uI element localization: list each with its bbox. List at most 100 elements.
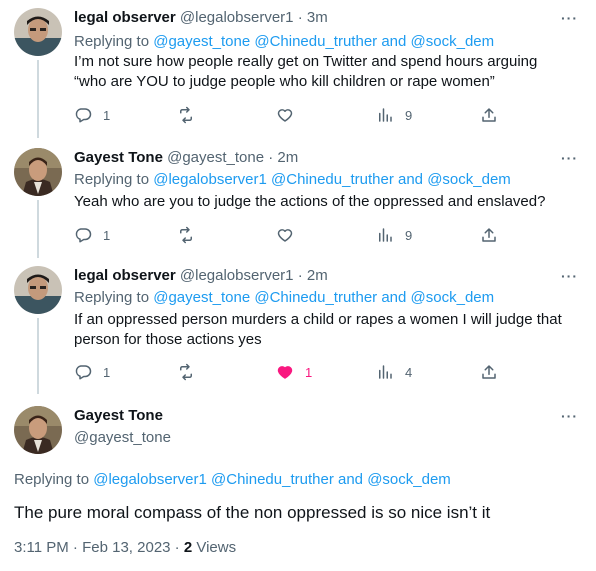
mention-link[interactable]: @gayest_tone xyxy=(153,289,250,306)
main-tweet: Gayest Tone @gayest_tone ··· Replying to… xyxy=(0,406,596,566)
separator: · xyxy=(297,267,303,284)
mention-link[interactable]: @legalobserver1 xyxy=(153,171,267,188)
mention-link[interactable]: @Chinedu_truther xyxy=(254,33,377,50)
share-button[interactable] xyxy=(480,363,498,381)
replying-to: Replying to @gayest_tone @Chinedu_truthe… xyxy=(74,288,494,308)
mention-and[interactable]: and xyxy=(398,171,423,188)
more-icon[interactable]: ··· xyxy=(561,10,578,26)
mention-link[interactable]: @sock_dem xyxy=(427,171,511,188)
avatar[interactable] xyxy=(14,148,62,196)
reply-button[interactable]: 1 xyxy=(74,226,110,244)
user-handle[interactable]: @legalobserver1 xyxy=(180,9,294,26)
mention-and[interactable]: and xyxy=(381,289,406,306)
replying-to: Replying to @legalobserver1 @Chinedu_tru… xyxy=(14,470,451,490)
share-button[interactable] xyxy=(480,106,498,124)
avatar[interactable] xyxy=(14,266,62,314)
reply-count: 1 xyxy=(103,364,111,380)
timestamp[interactable]: 3m xyxy=(307,9,328,26)
views-count: 2 xyxy=(183,539,193,556)
reply-count: 1 xyxy=(103,227,111,243)
tweet-text-line: “who are YOU to judge people who kill ch… xyxy=(74,73,495,90)
like-button[interactable] xyxy=(276,106,305,124)
mention-link[interactable]: @legalobserver1 xyxy=(93,471,207,488)
user-handle[interactable]: @gayest_tone xyxy=(74,428,171,448)
mention-link[interactable]: @sock_dem xyxy=(411,33,495,50)
user-handle[interactable]: @gayest_tone xyxy=(167,149,264,166)
more-icon[interactable]: ··· xyxy=(561,150,578,166)
tweet-text-line: Yeah who are you to judge the actions of… xyxy=(74,193,546,210)
views-count: 9 xyxy=(405,227,413,243)
views-icon xyxy=(379,228,392,242)
replying-to: Replying to @gayest_tone @Chinedu_truthe… xyxy=(74,32,494,52)
replying-to-label: Replying to xyxy=(74,171,150,188)
tweet[interactable]: Gayest Tone @gayest_tone · 2m ··· Replyi… xyxy=(0,148,596,258)
timestamp[interactable]: 2m xyxy=(307,267,328,284)
like-count: 1 xyxy=(305,364,313,380)
tweet-actions: 1 1 4 xyxy=(74,363,504,383)
thread-line xyxy=(37,60,39,138)
replying-to-label: Replying to xyxy=(74,289,150,306)
tweet-meta: 3:11 PM · Feb 13, 2023 · 2 Views xyxy=(14,538,236,558)
views-label: Views xyxy=(196,539,237,556)
tweet-text: Yeah who are you to judge the actions of… xyxy=(74,192,579,212)
reply-button[interactable]: 1 xyxy=(74,363,110,381)
mention-link[interactable]: @Chinedu_truther xyxy=(271,171,394,188)
retweet-button[interactable] xyxy=(177,106,206,124)
reply-icon xyxy=(75,108,92,123)
share-icon xyxy=(482,108,496,122)
reply-icon xyxy=(75,228,92,243)
reply-icon xyxy=(75,365,92,380)
replying-to-label: Replying to xyxy=(74,33,150,50)
views-icon xyxy=(379,365,392,379)
display-name[interactable]: legal observer xyxy=(74,9,176,26)
like-button[interactable] xyxy=(276,226,305,244)
tweet-text-line: person for those actions yes xyxy=(74,331,262,348)
mention-link[interactable]: @sock_dem xyxy=(411,289,495,306)
heart-icon xyxy=(277,366,293,379)
display-name[interactable]: Gayest Tone xyxy=(74,406,163,426)
user-handle[interactable]: @legalobserver1 xyxy=(180,267,294,284)
mention-link[interactable]: @Chinedu_truther xyxy=(211,471,334,488)
views-count: 9 xyxy=(405,107,413,123)
retweet-button[interactable] xyxy=(177,226,206,244)
separator: · xyxy=(268,149,274,166)
avatar[interactable] xyxy=(14,8,62,56)
retweet-icon xyxy=(180,226,192,244)
tweet-header: legal observer @legalobserver1 · 3m xyxy=(74,8,328,28)
reply-count: 1 xyxy=(103,107,111,123)
views-icon xyxy=(379,108,392,122)
tweet-date[interactable]: Feb 13, 2023 xyxy=(82,539,170,556)
share-button[interactable] xyxy=(480,226,498,244)
tweet-time[interactable]: 3:11 PM xyxy=(14,539,69,556)
mention-link[interactable]: @gayest_tone xyxy=(153,33,250,50)
views-button[interactable]: 4 xyxy=(376,363,412,381)
share-icon xyxy=(482,228,496,242)
views-button[interactable]: 9 xyxy=(376,106,412,124)
more-icon[interactable]: ··· xyxy=(561,408,578,424)
retweet-button[interactable] xyxy=(177,363,206,381)
reply-button[interactable]: 1 xyxy=(74,106,110,124)
separator: · xyxy=(297,9,303,26)
replying-to-label: Replying to xyxy=(14,471,90,488)
avatar[interactable] xyxy=(14,406,62,454)
timestamp[interactable]: 2m xyxy=(277,149,298,166)
mention-link[interactable]: @Chinedu_truther xyxy=(254,289,377,306)
mention-link[interactable]: @sock_dem xyxy=(367,471,451,488)
mention-and[interactable]: and xyxy=(381,33,406,50)
views-button[interactable]: 9 xyxy=(376,226,412,244)
display-name[interactable]: Gayest Tone xyxy=(74,149,163,166)
tweet-text: The pure moral compass of the non oppres… xyxy=(14,503,491,522)
mention-and[interactable]: and xyxy=(338,471,363,488)
tweet[interactable]: legal observer @legalobserver1 · 3m ··· … xyxy=(0,8,596,138)
tweet-text-line: If an oppressed person murders a child o… xyxy=(74,311,562,328)
share-icon xyxy=(482,365,496,379)
replying-to: Replying to @legalobserver1 @Chinedu_tru… xyxy=(74,170,511,190)
like-button[interactable]: 1 xyxy=(276,363,312,381)
tweet-header: legal observer @legalobserver1 · 2m xyxy=(74,266,328,286)
more-icon[interactable]: ··· xyxy=(561,268,578,284)
display-name[interactable]: legal observer xyxy=(74,267,176,284)
tweet[interactable]: legal observer @legalobserver1 · 2m ··· … xyxy=(0,266,596,394)
retweet-icon xyxy=(180,106,192,124)
thread-line xyxy=(37,318,39,394)
heart-icon xyxy=(277,229,293,242)
